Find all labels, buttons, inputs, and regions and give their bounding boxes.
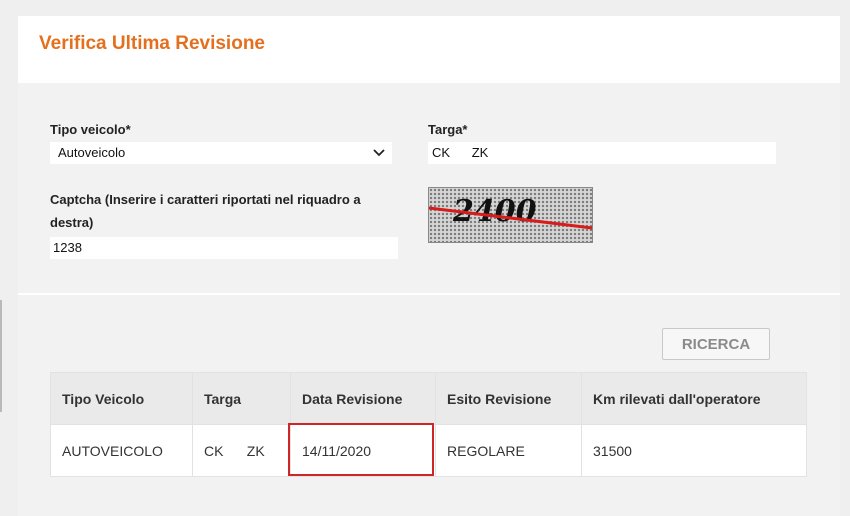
vehicle-type-select[interactable]: Autoveicolo xyxy=(50,142,392,164)
page-title: Verifica Ultima Revisione xyxy=(39,33,265,54)
chevron-down-icon xyxy=(373,149,385,157)
column-header: Targa xyxy=(192,372,291,425)
search-button[interactable]: RICERCA xyxy=(662,328,770,360)
column-header: Esito Revisione xyxy=(435,372,582,425)
revision-check-panel: Verifica Ultima Revisione Tipo veicolo* … xyxy=(18,16,840,516)
section-divider xyxy=(18,293,840,295)
plate-input[interactable]: CK ZK xyxy=(428,142,776,164)
captcha-input[interactable]: 1238 xyxy=(50,237,398,259)
panel-header: Verifica Ultima Revisione xyxy=(18,16,840,83)
table-header-row: Tipo Veicolo Targa Data Revisione Esito … xyxy=(50,372,807,425)
column-header: Tipo Veicolo xyxy=(50,372,193,425)
vehicle-type-value: Autoveicolo xyxy=(58,145,126,160)
cell-plate: CK ZK xyxy=(192,424,291,477)
vehicle-type-label: Tipo veicolo* xyxy=(50,122,131,137)
captcha-label: Captcha (Inserire i caratteri riportati … xyxy=(50,192,361,230)
cell-vehicle-type: AUTOVEICOLO xyxy=(50,424,193,477)
cell-revision-outcome: REGOLARE xyxy=(435,424,582,477)
left-edge-rule xyxy=(0,300,2,412)
cell-km: 31500 xyxy=(581,424,807,477)
column-header: Data Revisione xyxy=(290,372,436,425)
column-header: Km rilevati dall'operatore xyxy=(581,372,807,425)
revision-date-highlight xyxy=(288,423,434,476)
captcha-image: 2400 xyxy=(428,187,593,243)
captcha-graphic: 2400 xyxy=(429,188,592,242)
plate-label: Targa* xyxy=(428,122,468,137)
